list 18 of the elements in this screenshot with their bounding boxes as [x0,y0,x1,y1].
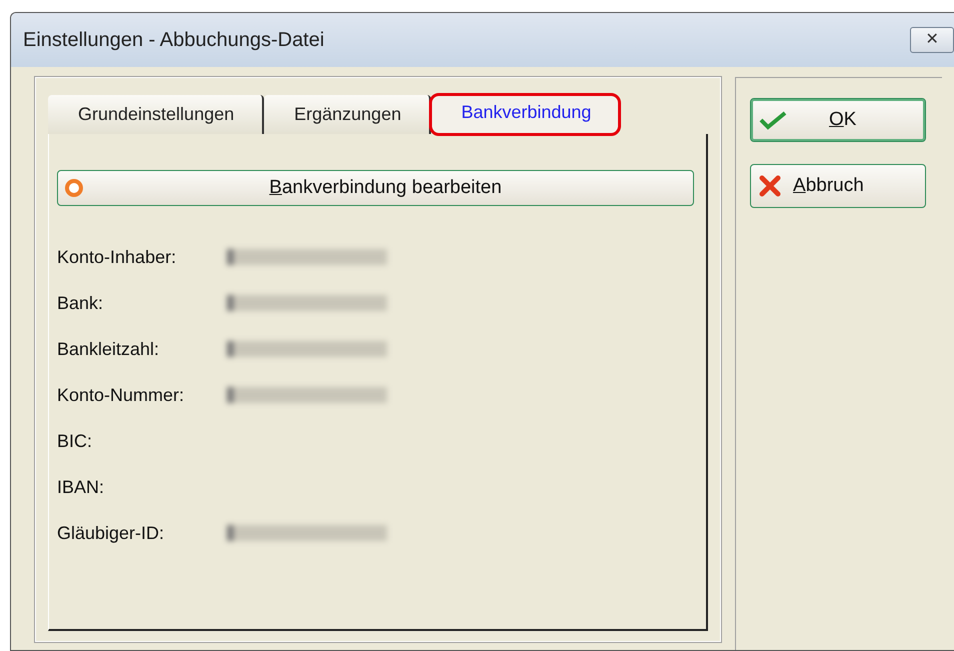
tab[interactable]: Ergänzungen [264,95,432,134]
close-icon [759,175,781,197]
field-label: IBAN: [57,476,106,498]
cancel-button[interactable]: Abbruch [750,164,926,208]
field-label: Bankleitzahl: [57,338,160,360]
close-button[interactable]: ✕ [910,27,954,53]
field-label: Gläubiger-ID: [57,522,166,545]
ok-button[interactable]: OK [750,98,926,142]
edit-bank-button[interactable]: Bankverbindung bearbeiten [57,170,694,206]
window-title: Einstellungen - Abbuchungs-Datei [23,28,324,53]
tab[interactable]: Bankverbindung [431,95,620,134]
radio-ring-icon [64,178,84,198]
field-label: Bank: [57,292,104,314]
checkmark-icon [759,110,787,130]
field-label: BIC: [57,430,94,452]
field-label: Konto-Inhaber: [57,246,178,268]
tab[interactable]: Grundeinstellungen [48,95,264,134]
field-label: Konto-Nummer: [57,384,186,406]
